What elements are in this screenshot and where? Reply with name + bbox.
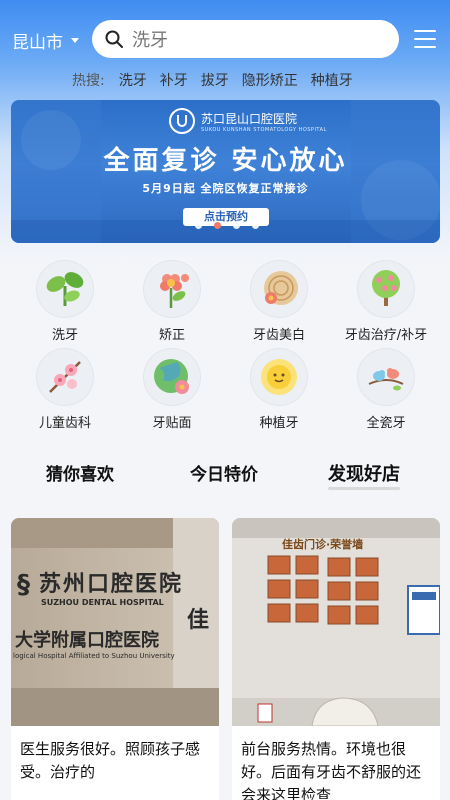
category-veneers[interactable]: 牙贴面 [118, 348, 226, 431]
header: 昆山市 洗牙 [0, 18, 450, 62]
hospital-emblem-icon: § [17, 570, 30, 600]
hot-search-item[interactable]: 洗牙 [119, 70, 147, 90]
category-orthodontics[interactable]: 矫正 [118, 260, 226, 343]
search-placeholder: 洗牙 [132, 30, 168, 51]
banner-headline: 全面复诊 安心放心 [103, 146, 348, 176]
blossom-tree-icon [372, 270, 400, 306]
carousel-dots [195, 222, 271, 229]
sign-line1: 苏州口腔医院 [39, 571, 184, 597]
category-ceramic[interactable]: 全瓷牙 [332, 348, 440, 431]
sign-line4: logical Hospital Affiliated to Suzhou Un… [13, 652, 175, 660]
sign-side: 佳 [187, 608, 210, 633]
category-label: 全瓷牙 [366, 416, 406, 431]
cherry-blossom-icon [49, 361, 81, 393]
category-implant[interactable]: 种植牙 [225, 348, 333, 431]
banner-subline: 5月9日起 全院区恢复正常接诊 [142, 182, 309, 195]
globe-flower-icon [154, 359, 189, 394]
menu-icon[interactable] [414, 30, 436, 48]
review-text: 前台服务热情。环境也很好。后面有牙齿不舒服的还会来这里检查 [241, 740, 422, 800]
birds-branch-icon [368, 368, 404, 391]
category-cleaning[interactable]: 洗牙 [11, 260, 119, 343]
tooth-logo-icon [169, 108, 195, 134]
wall-title: 佳齿门诊·荣誉墙 [282, 538, 364, 551]
category-label: 洗牙 [51, 328, 78, 343]
carousel-dot[interactable] [233, 222, 240, 229]
tab-today-deals[interactable]: 今日特价 [190, 460, 258, 485]
search-bar[interactable]: 洗牙 [92, 20, 399, 58]
hot-search: 热搜: 洗牙 补牙 拔牙 隐形矫正 种植牙 [72, 70, 366, 90]
category-label: 儿童齿科 [38, 416, 91, 431]
category-whitening[interactable]: 牙齿美白 [225, 260, 333, 343]
category-label: 牙齿美白 [252, 328, 305, 343]
hot-search-item[interactable]: 隐形矫正 [242, 70, 298, 90]
hot-search-label: 热搜: [72, 73, 105, 89]
city-label: 昆山市 [12, 33, 63, 53]
tab-guess-you-like[interactable]: 猜你喜欢 [46, 460, 114, 485]
feed-tabs: 猜你喜欢 今日特价 发现好店 [0, 460, 450, 490]
hot-search-item[interactable]: 拔牙 [201, 70, 229, 90]
sign-line2: SUZHOU DENTAL HOSPITAL [41, 598, 164, 607]
carousel-dot[interactable] [252, 222, 259, 229]
sun-face-icon [261, 359, 297, 395]
category-label: 牙贴面 [152, 416, 192, 431]
category-treatment[interactable]: 牙齿治疗/补牙 [332, 260, 440, 343]
logo-english: SUKOU KUNSHAN STOMATOLOGY HOSPITAL [201, 126, 327, 133]
category-label: 牙齿治疗/补牙 [344, 328, 428, 343]
flower-icon [160, 274, 189, 308]
carousel-dot[interactable] [195, 222, 202, 229]
logo-name: 苏口昆山口腔医院 [201, 111, 298, 126]
store-card[interactable]: 苏州口腔医院 SUZHOU DENTAL HOSPITAL 大学附属口腔医院 l… [11, 518, 219, 800]
suzhou-dental-hospital-sign: 苏州口腔医院 SUZHOU DENTAL HOSPITAL 大学附属口腔医院 l… [11, 518, 219, 726]
caret-down-icon [71, 38, 79, 43]
clinic-honor-wall: 佳齿门诊·荣誉墙 [232, 518, 440, 726]
tab-discover-stores[interactable]: 发现好店 [328, 460, 400, 490]
category-label: 种植牙 [259, 416, 299, 431]
hot-search-item[interactable]: 补牙 [160, 70, 188, 90]
hospital-logo: 苏口昆山口腔医院 SUKOU KUNSHAN STOMATOLOGY HOSPI… [169, 108, 327, 134]
wood-rings-flower-icon [264, 271, 298, 305]
category-pediatric[interactable]: 儿童齿科 [11, 348, 119, 431]
review-text: 医生服务很好。照顾孩子感受。治疗的 [20, 740, 201, 781]
plant-sprout-icon [46, 272, 84, 306]
category-label: 矫正 [158, 328, 185, 343]
sign-line3: 大学附属口腔医院 [15, 630, 159, 651]
hot-search-item[interactable]: 种植牙 [311, 70, 353, 90]
store-card[interactable]: 佳齿门诊·荣誉墙 前台服务热情。环境也很好。后面有牙齿不舒服的还会来这里检查 [232, 518, 440, 800]
carousel-dot-active[interactable] [214, 222, 221, 229]
city-selector[interactable]: 昆山市 [12, 28, 79, 53]
search-icon [105, 30, 123, 48]
